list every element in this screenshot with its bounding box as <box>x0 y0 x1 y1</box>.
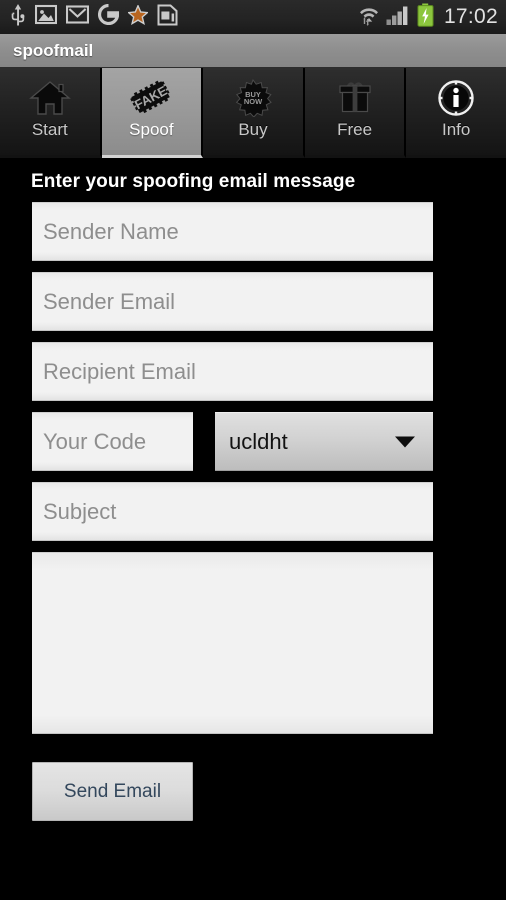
tab-start-label: Start <box>31 120 68 139</box>
code-spinner-value: ucldht <box>229 428 288 454</box>
tab-free[interactable]: Free <box>304 68 407 158</box>
code-row: ucldht <box>0 412 506 471</box>
sender-email-input[interactable] <box>32 272 433 331</box>
send-email-button[interactable]: Send Email <box>32 762 193 821</box>
spoof-form-panel: Enter your spoofing email message ucldht… <box>0 158 506 900</box>
tab-info-label: Info <box>441 120 471 139</box>
signal-bars-icon <box>386 4 411 31</box>
recipient-email-input[interactable] <box>32 342 433 401</box>
status-bar-clock: 17:02 <box>443 5 498 28</box>
app-title-bar: spoofmail <box>0 34 506 68</box>
recipient-email-row <box>0 342 506 401</box>
subject-input[interactable] <box>32 482 433 541</box>
your-code-input[interactable] <box>32 412 193 471</box>
status-bar-right-icons: 17:02 <box>358 3 498 32</box>
sender-name-input[interactable] <box>32 202 433 261</box>
subject-row <box>0 482 506 541</box>
status-bar-left-icons <box>10 3 358 31</box>
chevron-down-icon <box>395 436 415 447</box>
buy-now-badge-icon: BUY NOW <box>233 77 273 119</box>
home-icon <box>28 77 71 119</box>
fake-stamp-icon: FAKE <box>129 77 173 119</box>
page-title: Enter your spoofing email message <box>31 171 356 192</box>
info-circle-icon <box>436 77 476 119</box>
tab-start[interactable]: Start <box>0 68 102 158</box>
status-bar: 17:02 <box>0 0 506 34</box>
tab-info[interactable]: Info <box>406 68 506 158</box>
send-button-row: Send Email <box>0 734 506 821</box>
sender-email-row <box>0 272 506 331</box>
sim-card-icon <box>157 4 178 31</box>
google-icon <box>97 3 120 30</box>
tab-buy-label: Buy <box>238 120 268 139</box>
usb-icon <box>10 3 26 31</box>
tab-spoof[interactable]: FAKE Spoof <box>101 68 204 158</box>
app-title: spoofmail <box>13 40 94 60</box>
star-icon <box>126 3 150 30</box>
code-spinner[interactable]: ucldht <box>215 412 433 471</box>
gift-box-icon <box>335 77 375 119</box>
sender-name-row <box>0 202 506 261</box>
svg-text:NOW: NOW <box>244 97 263 106</box>
message-textarea[interactable] <box>32 552 433 734</box>
tab-spoof-label: Spoof <box>129 120 174 139</box>
tab-buy[interactable]: BUY NOW Buy <box>203 68 305 158</box>
gmail-icon <box>65 4 90 30</box>
gallery-image-icon <box>34 4 58 30</box>
tab-free-label: Free <box>337 120 373 139</box>
battery-charging-icon <box>417 3 434 32</box>
wifi-icon <box>358 4 380 31</box>
tab-bar: Start FAKE Spoof BUY NOW Buy Free Info <box>0 68 506 158</box>
